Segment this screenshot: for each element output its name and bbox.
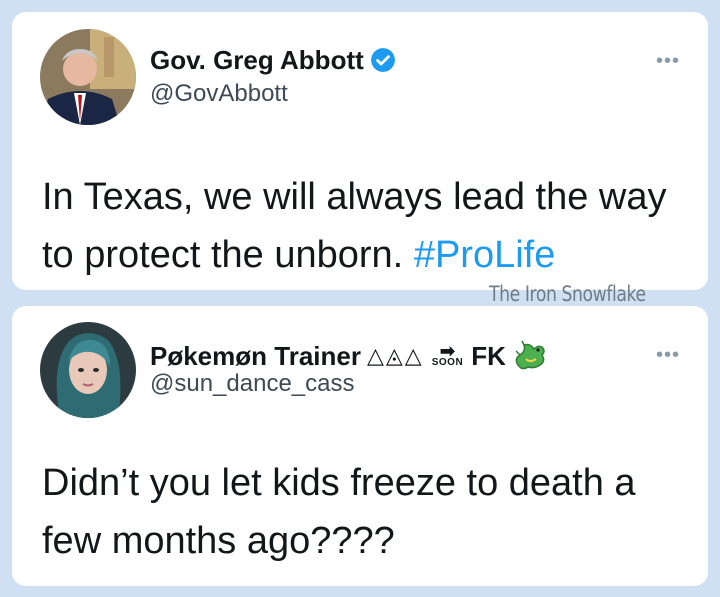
display-name[interactable]: Gov. Greg Abbott <box>150 45 396 76</box>
soon-label: SOON <box>431 357 464 368</box>
tweet-card-reply[interactable]: Pøkemøn Trainer △◬△ ➡ SOON FK @sun_dance… <box>12 306 708 586</box>
display-name-text: Pøkemøn Trainer <box>150 340 361 371</box>
soon-arrow-icon: ➡ SOON <box>431 341 464 368</box>
tweet-text: Didn’t you let kids freeze to death a fe… <box>42 462 636 562</box>
portrait-avatar-icon <box>40 29 136 125</box>
avatar-reply[interactable] <box>40 322 136 418</box>
portrait-avatar-icon <box>40 322 136 418</box>
hashtag-link[interactable]: #ProLife <box>414 234 556 276</box>
tweet-card-abbott[interactable]: Gov. Greg Abbott @GovAbbott ••• In Texas… <box>12 12 708 290</box>
avatar-abbott[interactable] <box>40 29 136 125</box>
display-name-text: Gov. Greg Abbott <box>150 45 364 75</box>
watermark-text: The Iron Snowflake <box>489 282 646 306</box>
soon-arrow-glyph: ➡ <box>439 341 455 361</box>
verified-badge-icon <box>370 48 395 72</box>
display-name-tail: FK <box>471 340 506 371</box>
green-dragon-emoji-icon <box>515 340 545 370</box>
user-handle[interactable]: @sun_dance_cass <box>150 370 355 398</box>
more-options-icon[interactable]: ••• <box>656 51 680 71</box>
user-handle[interactable]: @GovAbbott <box>150 80 288 108</box>
triangle-symbols: △◬△ <box>366 343 424 368</box>
more-options-icon[interactable]: ••• <box>656 345 680 365</box>
tweet-text-content: In Texas, we will always lead the way to… <box>42 176 667 276</box>
tweet-text: In Texas, we will always lead the way to… <box>42 168 684 284</box>
display-name[interactable]: Pøkemøn Trainer △◬△ ➡ SOON FK <box>150 339 550 373</box>
